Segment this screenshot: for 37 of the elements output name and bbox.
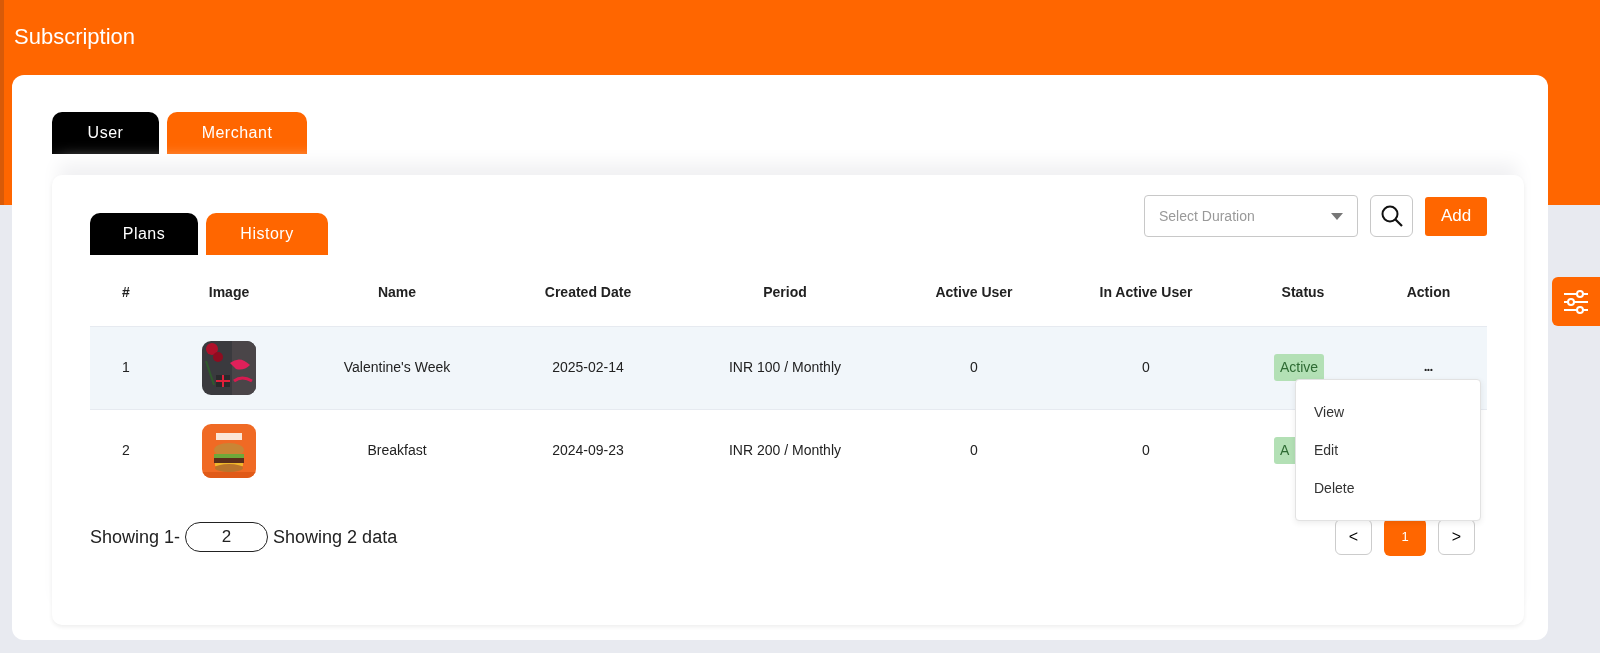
tab[interactable]: Plans <box>90 213 198 255</box>
showing-label: Showing 1- <box>90 525 181 549</box>
showing-label: Showing 2 data <box>273 525 398 549</box>
search-button[interactable] <box>1370 195 1413 237</box>
table-cell: 0 <box>1056 326 1236 409</box>
status-tag: Active <box>1274 354 1325 381</box>
table-cell: 0 <box>1056 409 1236 492</box>
next-page-button[interactable]: > <box>1438 519 1475 555</box>
column-header: Created Date <box>498 259 678 326</box>
table-cell: INR 200 / Monthly <box>678 409 892 492</box>
column-header: Status <box>1236 259 1370 326</box>
tab[interactable]: User <box>52 112 159 154</box>
table-cell: 2025-02-14 <box>498 326 678 409</box>
column-header: Period <box>678 259 892 326</box>
search-icon <box>1380 205 1403 227</box>
table-cell: 2 <box>90 409 162 492</box>
more-button[interactable]: ••• <box>1424 365 1433 374</box>
column-header: Name <box>296 259 498 326</box>
column-header: Action <box>1370 259 1487 326</box>
column-header: In Active User <box>1056 259 1236 326</box>
table-cell: 2024-09-23 <box>498 409 678 492</box>
table-cell: 0 <box>892 409 1056 492</box>
table-cell: Breakfast <box>296 409 498 492</box>
filter-button[interactable] <box>1552 277 1600 326</box>
sliders-icon <box>1563 289 1589 314</box>
table-cell: 0 <box>892 326 1056 409</box>
column-header: Image <box>162 259 296 326</box>
caret-icon <box>1331 212 1343 220</box>
page-title: Subscription <box>13 23 137 52</box>
column-header: Active User <box>892 259 1056 326</box>
menu-item[interactable]: Delete <box>1296 468 1480 507</box>
table-cell: INR 100 / Monthly <box>678 326 892 409</box>
previous-page-button[interactable]: < <box>1335 519 1372 555</box>
table-cell: Valentine's Week <box>296 326 498 409</box>
column-header: # <box>90 259 162 326</box>
menu-item[interactable]: View <box>1296 392 1480 431</box>
table-cell: 1 <box>90 326 162 409</box>
